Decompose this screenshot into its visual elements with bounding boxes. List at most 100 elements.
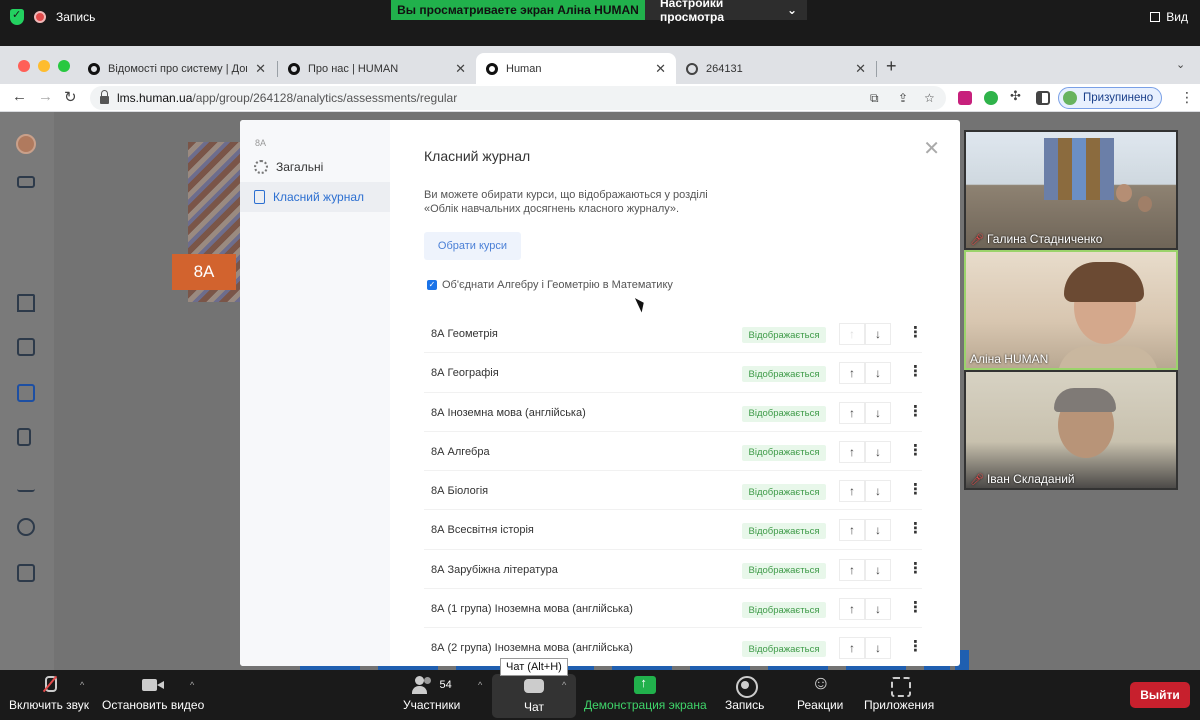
move-up-arrow-icon[interactable]: ↑ bbox=[839, 519, 865, 542]
user-avatar[interactable] bbox=[16, 134, 36, 154]
move-down-arrow-icon[interactable]: ↓ bbox=[865, 637, 891, 660]
unmute-button[interactable]: Включить звук bbox=[9, 676, 89, 712]
bookmark-star-icon[interactable]: ☆ bbox=[924, 91, 935, 105]
view-label: Вид bbox=[1166, 10, 1188, 24]
course-name: 8А (1 група) Іноземна мова (англійська) bbox=[431, 603, 633, 616]
move-down-arrow-icon[interactable]: ↓ bbox=[865, 480, 891, 503]
profile-button[interactable]: Призупинено bbox=[1058, 87, 1163, 109]
reload-icon[interactable]: ↻ bbox=[64, 88, 77, 106]
checkbox-checked-icon[interactable]: ✓ bbox=[427, 280, 437, 290]
close-tab-icon[interactable]: ✕ bbox=[455, 61, 466, 77]
audio-options-chevron-icon[interactable]: ^ bbox=[80, 680, 84, 690]
leave-button[interactable]: Выйти bbox=[1130, 682, 1190, 708]
move-down-arrow-icon[interactable]: ↓ bbox=[865, 362, 891, 385]
tab-search-chevron-icon[interactable]: ⌄ bbox=[1176, 58, 1185, 71]
share-screen-button[interactable]: Демонстрация экрана bbox=[584, 675, 707, 712]
move-up-arrow-icon[interactable]: ↑ bbox=[839, 637, 865, 660]
chat-options-chevron-icon[interactable]: ^ bbox=[562, 680, 566, 690]
close-window-icon[interactable] bbox=[18, 60, 30, 72]
merge-math-label: Об'єднати Алгебру і Геометрію в Математи… bbox=[442, 279, 673, 291]
tab-title: Відомості про систему | Довід bbox=[108, 62, 248, 75]
participants-button[interactable]: 54 Участники bbox=[403, 676, 460, 712]
extension-icon[interactable] bbox=[984, 91, 998, 105]
extension-icon[interactable] bbox=[958, 91, 972, 105]
move-up-arrow-icon[interactable]: ↑ bbox=[839, 558, 865, 581]
more-options-icon[interactable]: ⋮ bbox=[908, 637, 923, 655]
info-icon[interactable] bbox=[17, 518, 35, 536]
analytics-bars-icon[interactable] bbox=[17, 474, 35, 492]
move-down-arrow-icon[interactable]: ↓ bbox=[865, 401, 891, 424]
move-up-arrow-icon[interactable]: ↑ bbox=[839, 323, 865, 345]
zoom-control-bar: Включить звук ^ Остановить видео ^ 54 Уч… bbox=[0, 670, 1200, 720]
participants-label: Участники bbox=[403, 698, 461, 712]
move-up-arrow-icon[interactable]: ↑ bbox=[839, 401, 865, 424]
move-up-arrow-icon[interactable]: ↑ bbox=[839, 480, 865, 503]
apps-label: Приложения bbox=[864, 698, 935, 712]
close-tab-icon[interactable]: ✕ bbox=[855, 61, 866, 77]
calendar-icon[interactable] bbox=[17, 338, 35, 356]
browser-tab[interactable]: Про нас | HUMAN ✕ bbox=[278, 53, 476, 84]
close-tab-icon[interactable]: ✕ bbox=[255, 61, 266, 77]
open-in-app-icon[interactable]: ⧉ bbox=[870, 91, 879, 106]
participant-video-tile[interactable]: 🎤︎ Іван Складаний bbox=[964, 370, 1178, 490]
view-options-dropdown[interactable]: Настройки просмотра ⌄ bbox=[645, 0, 807, 24]
side-panel-icon[interactable] bbox=[1036, 91, 1050, 105]
more-options-icon[interactable]: ⋮ bbox=[908, 362, 923, 380]
security-shield-icon[interactable] bbox=[10, 8, 24, 25]
reactions-button[interactable]: Реакции bbox=[797, 673, 843, 712]
move-down-arrow-icon[interactable]: ↓ bbox=[865, 323, 891, 345]
class-journal-settings-modal: 8А Загальні Класний журнал ✕ Класний жур… bbox=[240, 120, 960, 666]
close-icon[interactable]: ✕ bbox=[923, 136, 940, 161]
minimize-window-icon[interactable] bbox=[38, 60, 50, 72]
participant-video-tile[interactable]: 🎤︎ Галина Стадниченко bbox=[964, 130, 1178, 250]
url-field[interactable]: lms.human.ua/app/group/264128/analytics/… bbox=[90, 86, 946, 110]
more-options-icon[interactable]: ⋮ bbox=[908, 559, 923, 577]
browser-tab[interactable]: 264131 ✕ bbox=[676, 53, 876, 84]
modal-nav-general[interactable]: Загальні bbox=[240, 152, 390, 182]
merge-math-checkbox-row[interactable]: ✓ Об'єднати Алгебру і Геометрію в Матема… bbox=[427, 279, 673, 291]
participant-video-tile-active-speaker[interactable]: Аліна HUMAN bbox=[964, 250, 1178, 370]
maximize-window-icon[interactable] bbox=[58, 60, 70, 72]
share-icon[interactable]: ⇪ bbox=[898, 91, 908, 105]
move-up-arrow-icon[interactable]: ↑ bbox=[839, 598, 865, 621]
modal-nav-class-journal[interactable]: Класний журнал bbox=[240, 182, 390, 212]
extensions-puzzle-icon[interactable]: ✣ bbox=[1010, 88, 1024, 103]
move-down-arrow-icon[interactable]: ↓ bbox=[865, 598, 891, 621]
stop-video-button[interactable]: Остановить видео bbox=[102, 676, 204, 712]
move-down-arrow-icon[interactable]: ↓ bbox=[865, 519, 891, 542]
choose-courses-button[interactable]: Обрати курси bbox=[424, 232, 521, 260]
more-options-icon[interactable]: ⋮ bbox=[908, 519, 923, 537]
video-options-chevron-icon[interactable]: ^ bbox=[190, 680, 194, 690]
move-down-arrow-icon[interactable]: ↓ bbox=[865, 558, 891, 581]
move-up-arrow-icon[interactable]: ↑ bbox=[839, 362, 865, 385]
more-options-icon[interactable]: ⋮ bbox=[908, 323, 923, 341]
course-name: 8А Геометрія bbox=[431, 328, 498, 340]
browser-tab[interactable]: Відомості про систему | Довід ✕ bbox=[78, 53, 276, 84]
journal-icon[interactable] bbox=[17, 428, 31, 446]
back-arrow-icon[interactable]: ← bbox=[12, 88, 27, 105]
course-name: 8А Іноземна мова (англійська) bbox=[431, 406, 586, 419]
move-down-arrow-icon[interactable]: ↓ bbox=[865, 440, 891, 463]
dashboard-grid-icon[interactable] bbox=[17, 384, 35, 402]
view-button[interactable]: Вид bbox=[1150, 10, 1188, 24]
modal-sidebar: 8А Загальні Класний журнал bbox=[240, 120, 390, 666]
more-options-icon[interactable]: ⋮ bbox=[908, 441, 923, 459]
home-icon[interactable] bbox=[17, 294, 35, 312]
new-tab-plus-icon[interactable]: + bbox=[886, 56, 897, 77]
structure-icon[interactable] bbox=[17, 564, 35, 582]
globe-icon bbox=[686, 62, 698, 75]
browser-menu-icon[interactable]: ⋮ bbox=[1180, 89, 1194, 106]
browser-tab-active[interactable]: Human ✕ bbox=[476, 53, 676, 84]
more-options-icon[interactable]: ⋮ bbox=[908, 480, 923, 498]
participants-options-chevron-icon[interactable]: ^ bbox=[478, 680, 482, 690]
status-badge: Відображається bbox=[742, 327, 826, 343]
record-button[interactable]: Запись bbox=[725, 676, 764, 712]
more-options-icon[interactable]: ⋮ bbox=[908, 402, 923, 420]
course-row: 8А Алгебра Відображається ↑ ↓ ⋮ bbox=[424, 432, 923, 472]
more-options-icon[interactable]: ⋮ bbox=[908, 598, 923, 616]
close-tab-icon[interactable]: ✕ bbox=[655, 61, 666, 77]
apps-button[interactable]: Приложения bbox=[864, 676, 934, 712]
mail-icon[interactable] bbox=[17, 176, 35, 188]
move-up-arrow-icon[interactable]: ↑ bbox=[839, 440, 865, 463]
forward-arrow-icon[interactable]: → bbox=[38, 88, 53, 105]
